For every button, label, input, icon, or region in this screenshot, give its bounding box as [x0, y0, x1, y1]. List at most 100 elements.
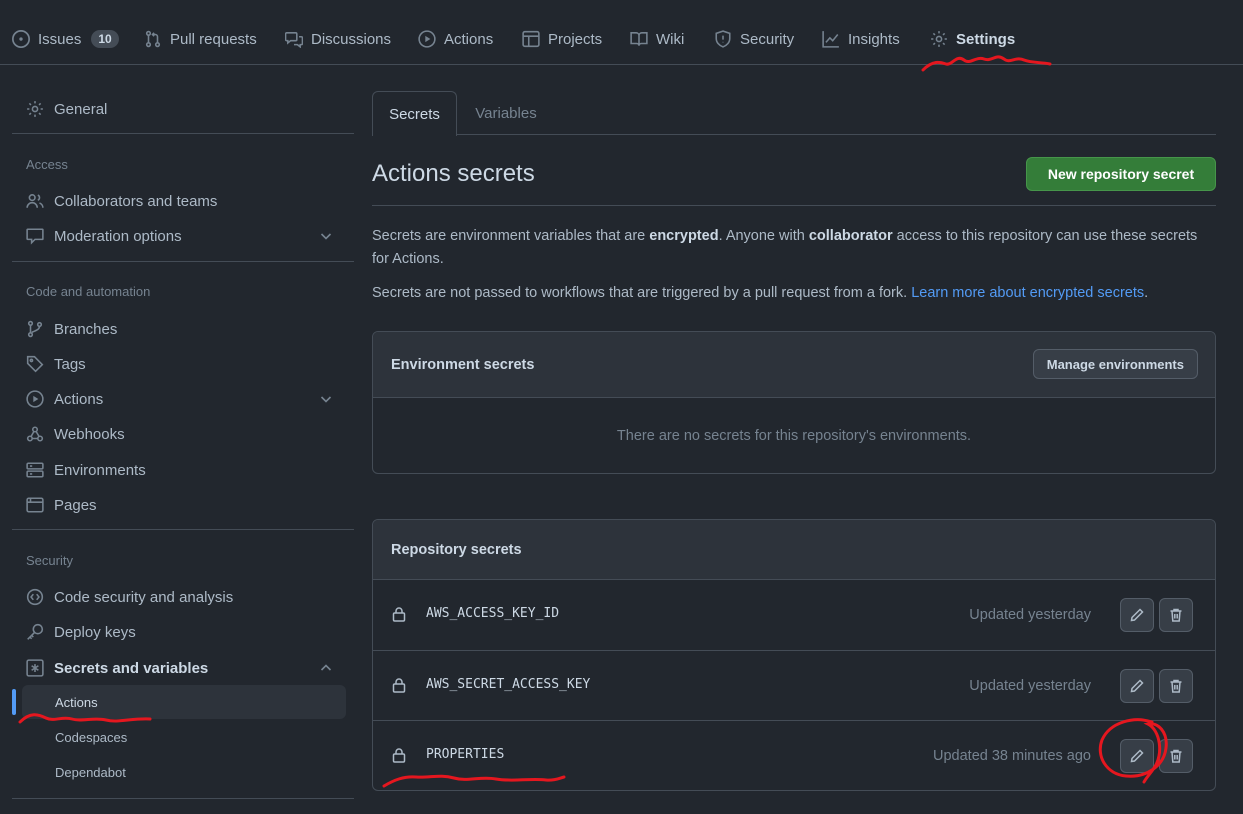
- manage-environments-label: Manage environments: [1046, 356, 1184, 372]
- sidebar-subitem-dependabot[interactable]: Dependabot: [22, 755, 346, 789]
- manage-environments-button[interactable]: Manage environments: [1032, 349, 1198, 379]
- edit-secret-button[interactable]: [1120, 669, 1154, 703]
- intro-text: Secrets are environment variables that a…: [372, 228, 650, 244]
- delete-secret-button[interactable]: [1159, 669, 1193, 703]
- codescan-icon: [26, 588, 44, 606]
- secret-name: PROPERTIES: [426, 747, 505, 762]
- gear-icon: [930, 30, 948, 48]
- play-icon: [26, 390, 44, 408]
- sidebar-item-deploy-keys[interactable]: Deploy keys: [12, 616, 346, 648]
- title-divider: [372, 205, 1216, 206]
- sidebar-item-actions[interactable]: Actions: [12, 383, 346, 415]
- tab-variables[interactable]: Variables: [464, 91, 548, 135]
- environment-secrets-title: Environment secrets: [391, 356, 535, 373]
- edit-secret-button[interactable]: [1120, 598, 1154, 632]
- tab-wiki[interactable]: Wiki: [630, 22, 684, 56]
- sidebar-subitem-label: Dependabot: [55, 764, 126, 780]
- sidebar-subitem-actions[interactable]: Actions: [12, 685, 346, 719]
- sidebar-divider: [12, 133, 354, 134]
- sidebar-item-label: Collaborators and teams: [54, 192, 218, 210]
- webhook-icon: [26, 425, 44, 443]
- chevron-down-icon[interactable]: [318, 228, 334, 244]
- sidebar-item-label: General: [54, 100, 108, 118]
- tab-secrets[interactable]: Secrets: [372, 91, 457, 136]
- sidebar-item-label: Pages: [54, 496, 97, 514]
- sidebar-subitem-label: Codespaces: [55, 729, 128, 745]
- tab-pull-requests[interactable]: Pull requests: [144, 22, 257, 56]
- secret-row: PROPERTIES Updated 38 minutes ago: [373, 720, 1215, 790]
- pencil-icon: [1129, 607, 1145, 623]
- gear-icon: [26, 100, 44, 118]
- tab-settings[interactable]: Settings: [930, 22, 1015, 56]
- secret-updated: Updated yesterday: [969, 678, 1091, 694]
- edit-secret-button[interactable]: [1120, 739, 1154, 773]
- sidebar-item-label: Branches: [54, 320, 118, 338]
- sidebar-subitem-codespaces[interactable]: Codespaces: [22, 720, 346, 754]
- intro-paragraph-1: Secrets are environment variables that a…: [372, 225, 1202, 271]
- tab-variables-label: Variables: [475, 104, 537, 122]
- sidebar-heading-security: Security: [26, 553, 73, 568]
- key-asterisk-icon: [26, 659, 44, 677]
- sidebar-item-branches[interactable]: Branches: [12, 313, 346, 345]
- people-icon: [26, 192, 44, 210]
- sidebar-item-code-security[interactable]: Code security and analysis: [12, 581, 346, 613]
- git-pull-request-icon: [144, 30, 162, 48]
- tab-actions[interactable]: Actions: [418, 22, 493, 56]
- new-repository-secret-button[interactable]: New repository secret: [1026, 157, 1216, 191]
- learn-more-link[interactable]: Learn more about encrypted secrets: [911, 285, 1144, 301]
- chevron-up-icon[interactable]: [318, 660, 334, 676]
- pencil-icon: [1129, 748, 1145, 764]
- sidebar-item-label: Tags: [54, 355, 86, 373]
- intro-text: . Anyone with: [718, 228, 809, 244]
- tab-insights-label: Insights: [848, 30, 900, 48]
- tab-actions-label: Actions: [444, 30, 494, 48]
- sidebar-item-webhooks[interactable]: Webhooks: [12, 418, 346, 450]
- lock-icon: [391, 747, 407, 763]
- trash-icon: [1168, 748, 1184, 764]
- browser-icon: [26, 496, 44, 514]
- sidebar-item-tags[interactable]: Tags: [12, 348, 346, 380]
- tab-security[interactable]: Security: [714, 22, 794, 56]
- issue-opened-icon: [12, 30, 30, 48]
- page-title: Actions secrets: [372, 160, 535, 187]
- tab-wiki-label: Wiki: [656, 30, 685, 48]
- tab-projects[interactable]: Projects: [522, 22, 602, 56]
- sidebar-item-general[interactable]: General: [12, 93, 346, 125]
- tab-pull-requests-label: Pull requests: [170, 30, 257, 48]
- pencil-icon: [1129, 678, 1145, 694]
- secrets-variables-tabs: Secrets Variables: [372, 91, 1216, 136]
- sidebar-divider: [12, 798, 354, 799]
- shield-icon: [714, 30, 732, 48]
- tag-icon: [26, 355, 44, 373]
- delete-secret-button[interactable]: [1159, 598, 1193, 632]
- lock-icon: [391, 606, 407, 622]
- sidebar-item-secrets-and-variables[interactable]: Secrets and variables: [12, 652, 346, 684]
- git-branch-icon: [26, 320, 44, 338]
- graph-icon: [822, 30, 840, 48]
- tab-insights[interactable]: Insights: [822, 22, 900, 56]
- table-icon: [522, 30, 540, 48]
- environment-secrets-box: Environment secrets Manage environments …: [372, 331, 1216, 474]
- chevron-down-icon[interactable]: [318, 391, 334, 407]
- sidebar-heading-access: Access: [26, 157, 68, 172]
- sidebar-item-pages[interactable]: Pages: [12, 489, 346, 521]
- intro-emphasis: encrypted: [649, 228, 719, 244]
- tab-issues[interactable]: Issues 10: [12, 22, 119, 56]
- sidebar-item-label: Webhooks: [54, 425, 125, 443]
- secret-updated: Updated yesterday: [969, 607, 1091, 623]
- repository-secrets-title: Repository secrets: [391, 541, 522, 558]
- new-repository-secret-label: New repository secret: [1047, 166, 1195, 182]
- trash-icon: [1168, 678, 1184, 694]
- sidebar-heading-code: Code and automation: [26, 284, 151, 299]
- intro-emphasis: collaborator: [808, 228, 893, 244]
- sidebar-item-moderation[interactable]: Moderation options: [12, 220, 346, 252]
- secret-row: AWS_SECRET_ACCESS_KEY Updated yesterday: [373, 650, 1215, 720]
- sidebar-item-environments[interactable]: Environments: [12, 454, 346, 486]
- delete-secret-button[interactable]: [1159, 739, 1193, 773]
- sidebar-divider: [12, 261, 354, 262]
- environment-secrets-header: Environment secrets Manage environments: [373, 332, 1215, 398]
- sidebar-item-collaborators[interactable]: Collaborators and teams: [12, 185, 346, 217]
- sidebar-item-label: Environments: [54, 461, 146, 479]
- tab-discussions[interactable]: Discussions: [285, 22, 391, 56]
- repository-secrets-list: AWS_ACCESS_KEY_ID Updated yesterday AWS_…: [373, 580, 1215, 790]
